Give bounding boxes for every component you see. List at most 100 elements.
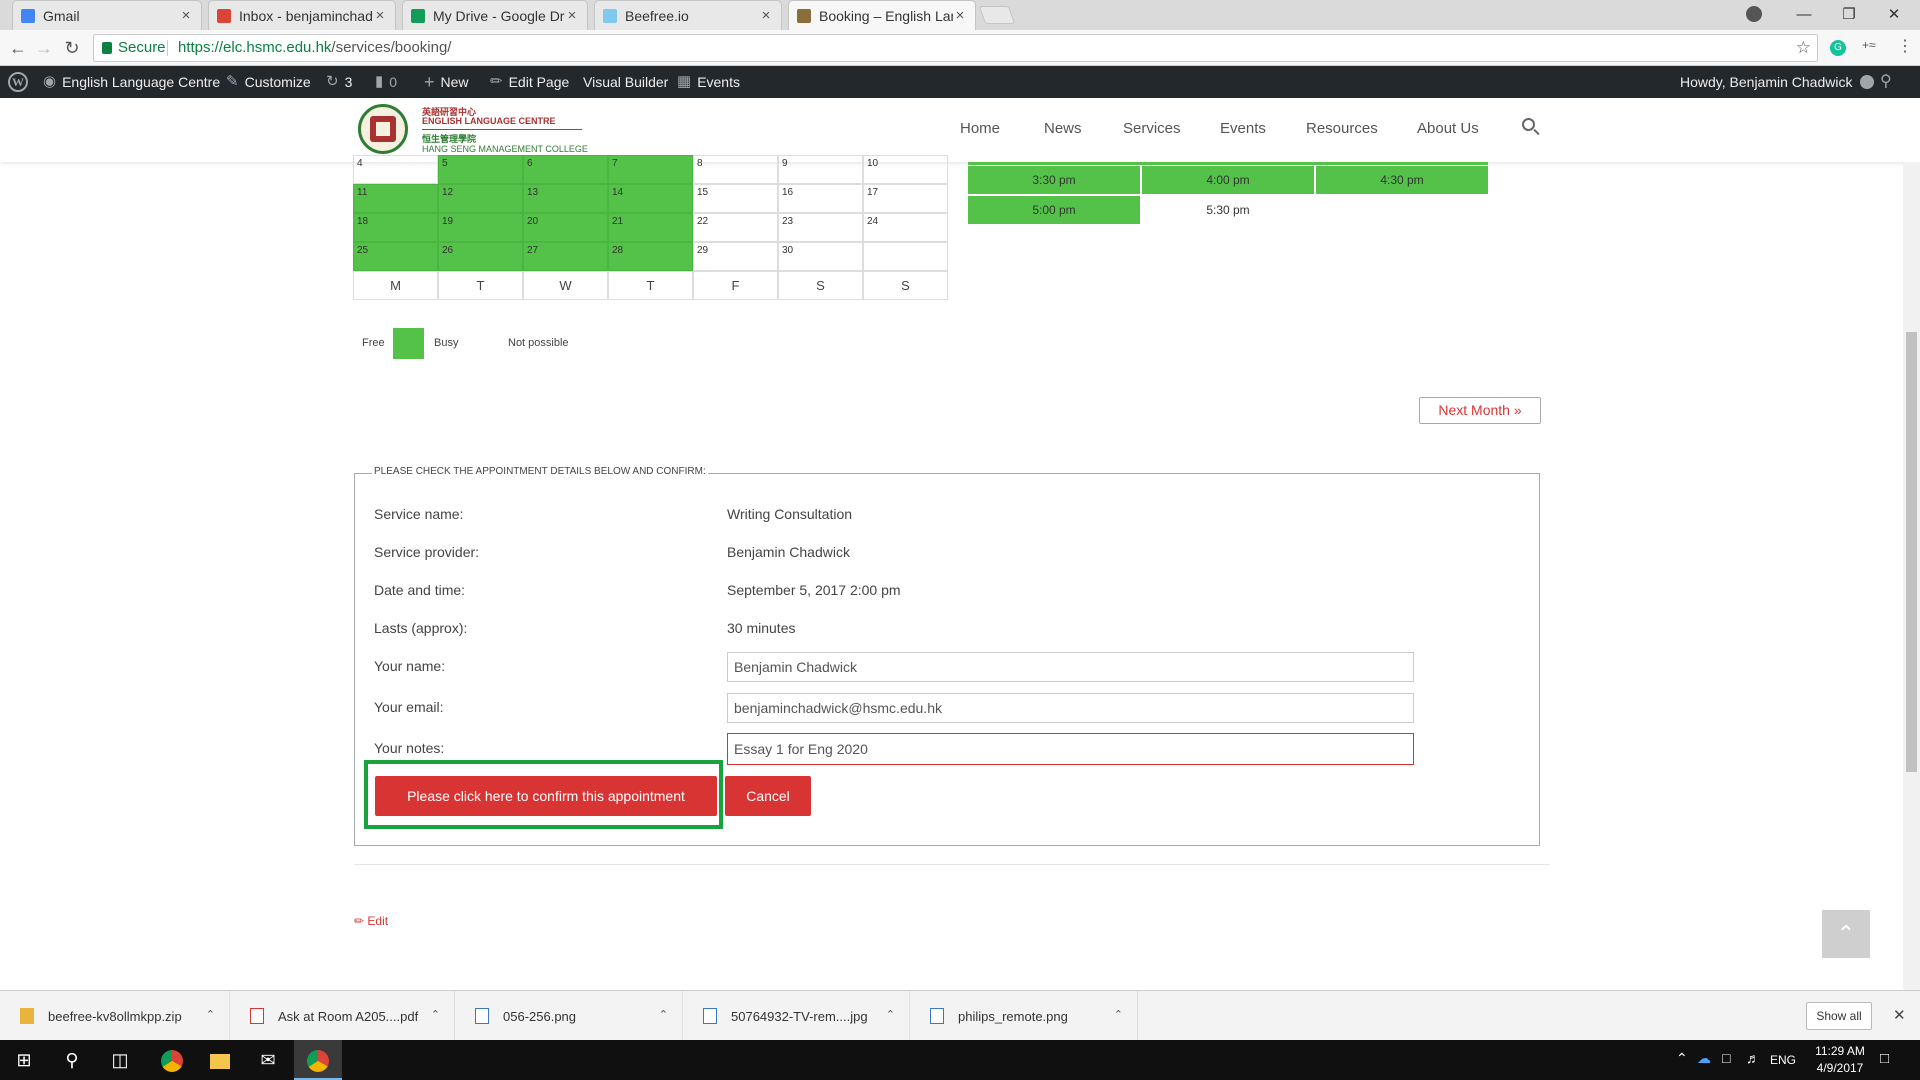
chevron-up-icon[interactable]: ⌃ — [1114, 1008, 1123, 1021]
reload-icon[interactable]: ↻ — [60, 36, 84, 60]
nav-about-us[interactable]: About Us — [1417, 120, 1479, 137]
close-tab-icon[interactable]: × — [373, 7, 387, 24]
language-indicator[interactable]: ENG — [1770, 1053, 1796, 1067]
tray-chevron-up-icon[interactable]: ⌃ — [1676, 1050, 1688, 1067]
extension-icon[interactable]: +≈ — [1862, 38, 1876, 52]
calendar-day-cell[interactable]: 11 — [353, 184, 438, 213]
admin-new[interactable]: + New — [424, 66, 469, 98]
taskbar-chrome-active-icon[interactable] — [294, 1040, 342, 1080]
download-item[interactable]: 056-256.png ⌃ — [455, 991, 683, 1041]
chevron-up-icon[interactable]: ⌃ — [431, 1008, 440, 1021]
calendar-day-cell[interactable]: 13 — [523, 184, 608, 213]
network-icon[interactable]: □ — [1722, 1050, 1730, 1066]
onedrive-icon[interactable]: ☁ — [1697, 1050, 1711, 1067]
weekday-header: S — [863, 271, 948, 300]
calendar-day-cell[interactable]: 7 — [608, 155, 693, 184]
taskbar-search-icon[interactable]: ⚲ — [48, 1040, 96, 1080]
nav-home[interactable]: Home — [960, 120, 1000, 137]
your-notes-input[interactable] — [727, 733, 1414, 765]
admin-customize[interactable]: ✎ Customize — [226, 66, 311, 98]
back-icon[interactable]: ← — [6, 36, 30, 60]
calendar-day-cell[interactable]: 12 — [438, 184, 523, 213]
calendar-day-cell[interactable]: 21 — [608, 213, 693, 242]
browser-tab[interactable]: Beefree.io × — [594, 0, 782, 30]
forward-icon[interactable]: → — [32, 36, 56, 60]
calendar-day-cell[interactable]: 20 — [523, 213, 608, 242]
next-month-button[interactable]: Next Month » — [1419, 397, 1541, 424]
restore-icon[interactable]: ❐ — [1827, 0, 1871, 30]
close-downloads-icon[interactable]: ✕ — [1893, 1006, 1906, 1024]
calendar-day-cell[interactable]: 27 — [523, 242, 608, 271]
cancel-button[interactable]: Cancel — [725, 776, 811, 816]
calendar-day-cell[interactable]: 18 — [353, 213, 438, 242]
profile-icon[interactable] — [1746, 6, 1762, 22]
wordpress-logo-icon[interactable]: W — [8, 66, 28, 98]
chevron-up-icon[interactable]: ⌃ — [886, 1008, 895, 1021]
browser-tab[interactable]: Inbox - benjaminchadwick× — [208, 0, 396, 30]
nav-news[interactable]: News — [1044, 120, 1082, 137]
time-slot[interactable]: 4:00 pm — [1142, 166, 1314, 194]
nav-events[interactable]: Events — [1220, 120, 1266, 137]
bookmark-star-icon[interactable]: ☆ — [1796, 35, 1811, 61]
your-email-input[interactable] — [727, 693, 1414, 723]
chevron-up-icon[interactable]: ⌃ — [659, 1008, 668, 1021]
close-tab-icon[interactable]: × — [179, 7, 193, 24]
clock-date[interactable]: 4/9/2017 — [1810, 1061, 1870, 1075]
browser-tab[interactable]: Booking – English Langu× — [788, 0, 976, 30]
action-center-icon[interactable]: □ — [1880, 1050, 1889, 1067]
admin-search-icon[interactable]: ⚲ — [1880, 66, 1892, 98]
admin-edit-page[interactable]: ✏ Edit Page — [490, 66, 569, 98]
mail-icon[interactable]: ✉ — [244, 1040, 292, 1080]
volume-icon[interactable]: ♬ — [1746, 1050, 1760, 1066]
confirm-appointment-button[interactable]: Please click here to confirm this appoin… — [375, 776, 717, 816]
browser-tab[interactable]: My Drive - Google Drive× — [402, 0, 588, 30]
task-view-icon[interactable]: ◫ — [96, 1040, 144, 1080]
admin-events[interactable]: ▦ Events — [677, 66, 740, 98]
calendar-day-cell[interactable]: 26 — [438, 242, 523, 271]
grammarly-icon[interactable]: G — [1830, 40, 1846, 56]
new-tab-button[interactable] — [978, 6, 1016, 24]
download-item[interactable]: Ask at Room A205....pdf ⌃ — [230, 991, 455, 1041]
address-bar[interactable]: Secure https://elc.hsmc.edu.hk/services/… — [93, 34, 1818, 62]
calendar-day-cell[interactable]: 25 — [353, 242, 438, 271]
your-name-input[interactable] — [727, 652, 1414, 682]
admin-site-name[interactable]: ◉ English Language Centre — [43, 66, 220, 98]
nav-resources[interactable]: Resources — [1306, 120, 1378, 137]
file-explorer-icon[interactable] — [196, 1040, 244, 1080]
calendar-day-cell[interactable]: 6 — [523, 155, 608, 184]
clock-time[interactable]: 11:29 AM — [1810, 1044, 1870, 1058]
time-slot[interactable]: 4:30 pm — [1316, 166, 1488, 194]
browser-tab[interactable]: Gmail × — [12, 0, 202, 30]
scroll-to-top-button[interactable]: ⌃ — [1822, 910, 1870, 958]
close-tab-icon[interactable]: × — [565, 7, 579, 24]
download-item[interactable]: beefree-kv8ollmkpp.zip ⌃ — [0, 991, 230, 1041]
page-scrollbar[interactable] — [1903, 162, 1920, 990]
close-tab-icon[interactable]: × — [953, 7, 967, 24]
close-tab-icon[interactable]: × — [759, 7, 773, 24]
minimize-icon[interactable]: — — [1782, 0, 1826, 30]
site-logo[interactable]: 英語研習中心 ENGLISH LANGUAGE CENTRE 恒生管理學院 HA… — [358, 104, 588, 156]
download-item[interactable]: philips_remote.png ⌃ — [910, 991, 1138, 1041]
download-item[interactable]: 50764932-TV-rem....jpg ⌃ — [683, 991, 910, 1041]
taskbar-chrome-icon[interactable] — [148, 1040, 196, 1080]
scrollbar-thumb[interactable] — [1906, 332, 1917, 772]
site-search-icon[interactable] — [1522, 118, 1540, 136]
admin-visual-builder[interactable]: Visual Builder — [583, 66, 668, 98]
calendar-day-cell[interactable]: 14 — [608, 184, 693, 213]
admin-updates[interactable]: ↻ 3 — [326, 66, 352, 98]
menu-icon[interactable]: ⋮ — [1897, 36, 1913, 56]
calendar-day-cell[interactable]: 19 — [438, 213, 523, 242]
nav-services[interactable]: Services — [1123, 120, 1181, 137]
calendar-day-cell[interactable]: 28 — [608, 242, 693, 271]
admin-comments[interactable]: ▮ 0 — [375, 66, 397, 98]
time-slot[interactable]: 5:00 pm — [968, 196, 1140, 224]
show-all-button[interactable]: Show all — [1806, 1002, 1872, 1030]
windows-start-icon[interactable]: ⊞ — [0, 1040, 48, 1080]
time-slot[interactable]: 3:30 pm — [968, 166, 1140, 194]
admin-howdy[interactable]: Howdy, Benjamin Chadwick — [1680, 66, 1875, 98]
chevron-up-icon[interactable]: ⌃ — [206, 1008, 215, 1021]
close-window-icon[interactable]: ✕ — [1872, 0, 1916, 30]
edit-link[interactable]: ✏ Edit — [354, 914, 388, 928]
tab-title: Inbox - benjaminchadwick — [239, 7, 373, 24]
calendar-day-cell[interactable]: 5 — [438, 155, 523, 184]
